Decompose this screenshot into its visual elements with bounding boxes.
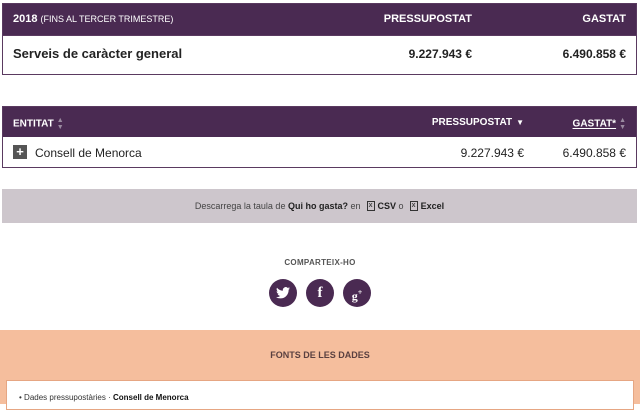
summary-budget-header: PRESSUPOSTAT [383,13,472,25]
excel-download-link[interactable]: Excel [421,201,445,211]
summary-table: 2018 (FINS AL TERCER TRIMESTRE) PRESSUPO… [2,3,637,75]
entity-column-header[interactable]: ENTITAT ▲ ▼ [13,117,64,131]
summary-row: Serveis de caràcter general 9.227.943 € … [3,35,636,75]
sources-section: FONTS DE LES DADES • Dades pressupostàri… [0,330,640,410]
google-plus-icon[interactable]: g+ [343,279,371,307]
download-or: o [398,201,404,211]
sort-icon: ▲ ▼ [619,117,626,131]
download-prefix: Descarrega la taula de [194,201,286,211]
sort-desc-icon: ▼ [516,117,524,127]
entity-spent: 6.490.858 € [562,146,626,160]
excel-file-icon: x [409,201,418,211]
download-dataset: Qui ho gasta? [287,201,348,211]
summary-header: 2018 (FINS AL TERCER TRIMESTRE) PRESSUPO… [3,4,636,35]
spent-column-label: GASTAT* [572,118,617,130]
sources-title: FONTS DE LES DADES [270,350,370,360]
summary-year-heading: 2018 (FINS AL TERCER TRIMESTRE) [13,13,173,25]
table-row[interactable]: + Consell de Menorca 9.227.943 € 6.490.8… [3,137,636,167]
budget-column-label: PRESSUPOSTAT [431,117,513,128]
sort-icon: ▲ ▼ [56,117,64,131]
summary-period: (FINS AL TERCER TRIMESTRE) [40,14,174,24]
sources-item-link[interactable]: Consell de Menorca [113,393,189,402]
entity-name: Consell de Menorca [35,146,142,160]
entities-table: ENTITAT ▲ ▼ PRESSUPOSTAT ▼ GASTAT* ▲ ▼ + Cons… [2,106,637,168]
entity-column-label: ENTITAT [13,118,54,130]
download-bar: Descarrega la taula de Qui ho gasta? en … [2,189,637,223]
summary-row-budget: 9.227.943 € [408,47,472,61]
spent-column-header[interactable]: GASTAT* ▲ ▼ [573,117,626,131]
summary-row-spent: 6.490.858 € [562,47,626,61]
csv-file-icon: x [366,201,375,211]
summary-spent-header: GASTAT [582,13,626,25]
download-in: en [350,201,361,211]
entities-header: ENTITAT ▲ ▼ PRESSUPOSTAT ▼ GASTAT* ▲ ▼ [3,107,636,137]
summary-row-label: Serveis de caràcter general [13,46,183,61]
share-title: COMPARTEIX-HO [284,258,356,267]
facebook-icon[interactable]: f [306,279,334,307]
twitter-icon[interactable] [269,279,297,307]
sources-list: • Dades pressupostàries · Consell de Men… [6,380,634,410]
csv-download-link[interactable]: CSV [378,201,397,211]
list-bullet: • [19,393,22,402]
expand-icon[interactable]: + [13,145,27,159]
sources-item-prefix: Dades pressupostàries · [24,393,111,402]
entity-budget: 9.227.943 € [460,146,524,160]
budget-column-header[interactable]: PRESSUPOSTAT ▼ [432,117,524,128]
summary-year: 2018 [13,13,38,25]
